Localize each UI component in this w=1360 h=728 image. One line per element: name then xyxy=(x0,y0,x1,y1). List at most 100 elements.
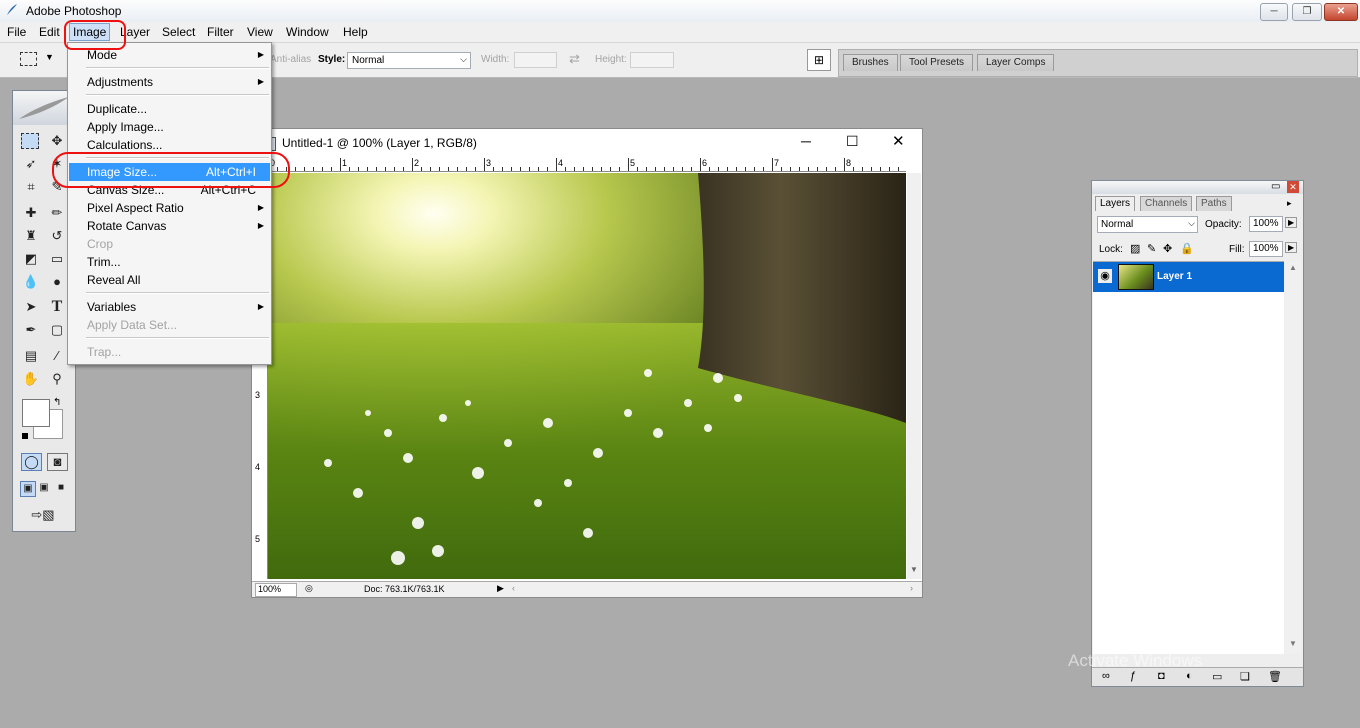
doc-maximize-button[interactable]: ☐ xyxy=(846,133,859,150)
opacity-field[interactable]: 100% xyxy=(1249,216,1283,232)
height-field[interactable] xyxy=(630,52,674,68)
tab-channels[interactable]: Channels xyxy=(1140,196,1193,211)
trash-icon[interactable]: 🗑 xyxy=(1268,670,1282,683)
link-layers-icon[interactable]: ∞ xyxy=(1102,670,1110,682)
layer-mask-icon[interactable]: ◘ xyxy=(1158,670,1165,682)
blur-tool-icon[interactable]: 💧 xyxy=(21,272,41,291)
lock-all-icon[interactable]: 🔒 xyxy=(1180,242,1194,255)
lock-position-icon[interactable]: ✥ xyxy=(1163,242,1172,255)
close-button[interactable]: ✕ xyxy=(1324,3,1358,21)
standard-screen-mode-icon[interactable]: ▣ xyxy=(20,481,36,497)
menu-item-pixel-aspect-ratio[interactable]: Pixel Aspect Ratio ▶ xyxy=(69,199,270,217)
pen-tool-icon[interactable]: ✒ xyxy=(21,320,41,339)
notes-tool-icon[interactable]: ▤ xyxy=(21,346,41,365)
type-tool-icon[interactable]: T xyxy=(47,297,67,316)
swap-colors-icon[interactable]: ↰ xyxy=(53,397,61,408)
zoom-tool-icon[interactable]: ⚲ xyxy=(47,369,67,388)
menu-item-apply-image[interactable]: Apply Image... xyxy=(69,118,270,136)
scroll-up-icon[interactable]: ▲ xyxy=(1289,263,1297,272)
scroll-down-icon[interactable]: ▼ xyxy=(1289,639,1297,648)
image-canvas[interactable] xyxy=(268,173,906,579)
lock-transparency-icon[interactable]: ▨ xyxy=(1130,242,1140,255)
brush-tool-icon[interactable]: ✏ xyxy=(47,203,67,222)
marquee-preset-icon[interactable] xyxy=(20,52,37,66)
shape-tool-icon[interactable]: ▢ xyxy=(47,320,67,339)
menu-item-rotate-canvas[interactable]: Rotate Canvas ▶ xyxy=(69,217,270,235)
palette-button-icon[interactable]: ⊞ xyxy=(807,49,831,71)
height-label: Height: xyxy=(595,54,627,65)
document-vertical-scrollbar[interactable]: ▼ xyxy=(907,173,921,579)
menu-file[interactable]: File xyxy=(7,25,26,39)
lock-image-icon[interactable]: ✎ xyxy=(1147,242,1156,255)
layer-row-layer-1[interactable]: ◉ Layer 1 xyxy=(1093,262,1284,292)
menu-item-duplicate[interactable]: Duplicate... xyxy=(69,100,270,118)
jump-to-imageready-icon[interactable]: ⇨▧ xyxy=(23,505,63,524)
menu-edit[interactable]: Edit xyxy=(39,25,60,39)
standard-mode-icon[interactable]: ◯ xyxy=(21,453,42,471)
play-arrow-icon[interactable]: ▶ xyxy=(497,583,504,594)
eyedropper-tool-icon[interactable]: ⁄ xyxy=(47,346,67,365)
tab-paths[interactable]: Paths xyxy=(1196,196,1232,211)
menu-window[interactable]: Window xyxy=(286,25,329,39)
zoom-field[interactable]: 100% xyxy=(255,583,297,597)
fill-field[interactable]: 100% xyxy=(1249,241,1283,257)
new-group-icon[interactable]: ▭ xyxy=(1212,670,1222,683)
tab-brushes[interactable]: Brushes xyxy=(843,54,898,71)
menu-item-reveal-all[interactable]: Reveal All xyxy=(69,271,270,289)
quick-mask-icon[interactable]: ◙ xyxy=(47,453,68,471)
doc-close-button[interactable]: ✕ xyxy=(892,132,905,150)
history-brush-tool-icon[interactable]: ↺ xyxy=(47,226,67,245)
restore-button[interactable]: ❐ xyxy=(1292,3,1322,21)
dodge-tool-icon[interactable]: ● xyxy=(47,272,67,291)
eraser-tool-icon[interactable]: ◩ xyxy=(21,249,41,268)
new-layer-icon[interactable]: ❏ xyxy=(1240,670,1250,683)
chevron-down-icon[interactable]: ▼ xyxy=(45,52,54,62)
tab-layers[interactable]: Layers xyxy=(1095,196,1136,211)
clone-stamp-tool-icon[interactable]: ♜ xyxy=(21,226,41,245)
scroll-right-icon[interactable]: › xyxy=(910,583,913,593)
doc-minimize-button[interactable]: ─ xyxy=(801,133,811,149)
full-screen-menu-mode-icon[interactable]: ▣ xyxy=(37,481,51,495)
rect-marquee-tool-icon[interactable] xyxy=(21,133,39,149)
crop-tool-icon[interactable]: ⌗ xyxy=(21,177,41,196)
status-menu-icon[interactable]: ◎ xyxy=(305,583,313,594)
gradient-tool-icon[interactable]: ▭ xyxy=(47,249,67,268)
menu-item-trim[interactable]: Trim... xyxy=(69,253,270,271)
lasso-tool-icon[interactable]: ➶ xyxy=(21,154,41,173)
tab-layer-comps[interactable]: Layer Comps xyxy=(977,54,1055,71)
tab-tool-presets[interactable]: Tool Presets xyxy=(900,54,974,71)
menu-item-variables[interactable]: Variables ▶ xyxy=(69,298,270,316)
foreground-color-swatch[interactable] xyxy=(22,399,50,427)
blend-mode-select[interactable]: Normal ⌵ xyxy=(1097,216,1198,233)
image-menu-dropdown: Mode ▶ Adjustments ▶ Duplicate... Apply Im… xyxy=(67,42,272,365)
path-selection-tool-icon[interactable]: ➤ xyxy=(21,297,41,316)
layers-scrollbar[interactable]: ▲ ▼ xyxy=(1285,261,1301,653)
opacity-label: Opacity: xyxy=(1205,219,1242,230)
adjustment-layer-icon[interactable]: ◐ xyxy=(1186,670,1193,682)
style-select[interactable]: Normal ⌵ xyxy=(347,52,471,69)
eye-visibility-icon[interactable]: ◉ xyxy=(1098,269,1112,283)
fill-slider-arrow-icon[interactable]: ▶ xyxy=(1285,242,1298,253)
menu-select[interactable]: Select xyxy=(162,25,195,39)
hand-tool-icon[interactable]: ✋ xyxy=(21,369,41,388)
menu-item-adjustments[interactable]: Adjustments ▶ xyxy=(69,73,270,91)
toolbox-header-feather-icon[interactable] xyxy=(13,91,75,125)
default-colors-icon[interactable] xyxy=(22,433,28,439)
width-field[interactable] xyxy=(514,52,557,68)
healing-brush-tool-icon[interactable]: ✚ xyxy=(21,203,41,222)
panel-menu-icon[interactable]: ▸ xyxy=(1287,198,1292,209)
scroll-down-icon[interactable]: ▼ xyxy=(910,565,918,574)
layer-style-icon[interactable]: ƒ xyxy=(1130,670,1136,682)
swap-icon[interactable]: ⇄ xyxy=(569,51,580,67)
minimize-button[interactable]: ─ xyxy=(1260,3,1288,21)
panel-minimize-icon[interactable]: ▭ xyxy=(1271,181,1280,192)
ruler-label: 3 xyxy=(255,390,261,400)
full-screen-mode-icon[interactable]: ■ xyxy=(54,481,68,495)
opacity-slider-arrow-icon[interactable]: ▶ xyxy=(1285,217,1298,228)
scroll-left-icon[interactable]: ‹ xyxy=(512,583,515,593)
menu-help[interactable]: Help xyxy=(343,25,368,39)
move-tool-icon[interactable]: ✥ xyxy=(47,131,67,150)
menu-view[interactable]: View xyxy=(247,25,273,39)
menu-filter[interactable]: Filter xyxy=(207,25,234,39)
panel-close-icon[interactable]: ✕ xyxy=(1287,181,1299,193)
